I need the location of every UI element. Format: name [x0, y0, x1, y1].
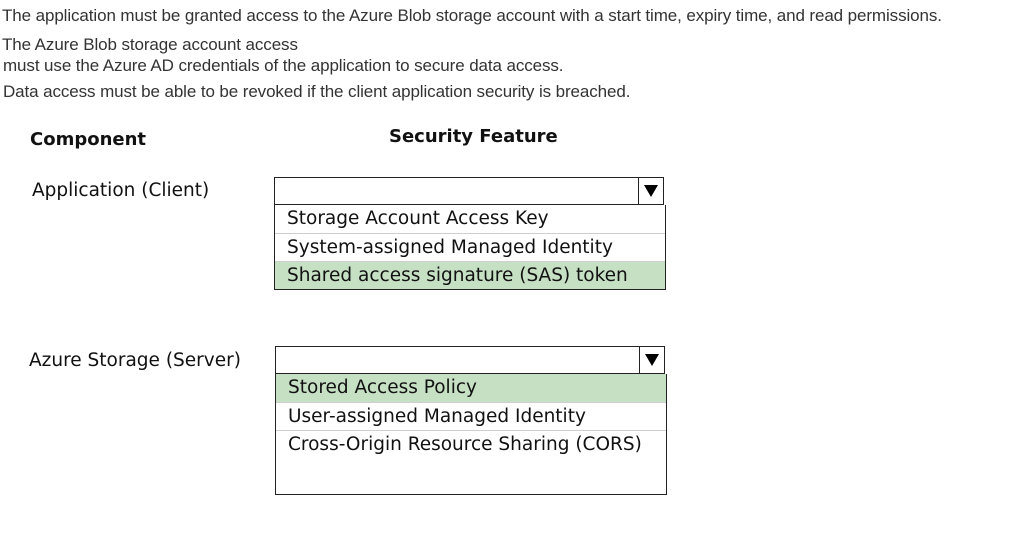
server-dropdown-toggle[interactable] — [639, 347, 664, 373]
option-stored-access-policy[interactable]: Stored Access Policy — [276, 374, 666, 402]
option-user-assigned-managed-identity[interactable]: User-assigned Managed Identity — [276, 402, 666, 430]
option-storage-account-access-key[interactable]: Storage Account Access Key — [275, 205, 665, 233]
requirement-1: The application must be granted access t… — [2, 6, 942, 25]
requirement-3: Data access must be able to be revoked i… — [3, 82, 631, 101]
component-header: Component — [30, 129, 147, 150]
component-label-client: Application (Client) — [32, 180, 210, 201]
requirement-2b: must use the Azure AD credentials of the… — [3, 56, 564, 75]
triangle-down-icon — [644, 185, 658, 197]
component-label-server: Azure Storage (Server) — [29, 350, 241, 371]
option-cors[interactable]: Cross-Origin Resource Sharing (CORS) — [276, 430, 666, 458]
server-feature-dropdown[interactable] — [275, 346, 665, 374]
option-sas-token[interactable]: Shared access signature (SAS) token — [275, 261, 665, 289]
triangle-down-icon — [645, 354, 659, 366]
client-feature-dropdown[interactable] — [274, 177, 664, 205]
client-dropdown-toggle[interactable] — [638, 178, 663, 204]
option-system-assigned-managed-identity[interactable]: System-assigned Managed Identity — [275, 233, 665, 261]
client-options-list: Storage Account Access Key System-assign… — [274, 205, 666, 290]
server-options-list: Stored Access Policy User-assigned Manag… — [275, 374, 667, 495]
security-feature-header: Security Feature — [389, 126, 558, 147]
requirement-2a: The Azure Blob storage account access — [2, 35, 298, 54]
